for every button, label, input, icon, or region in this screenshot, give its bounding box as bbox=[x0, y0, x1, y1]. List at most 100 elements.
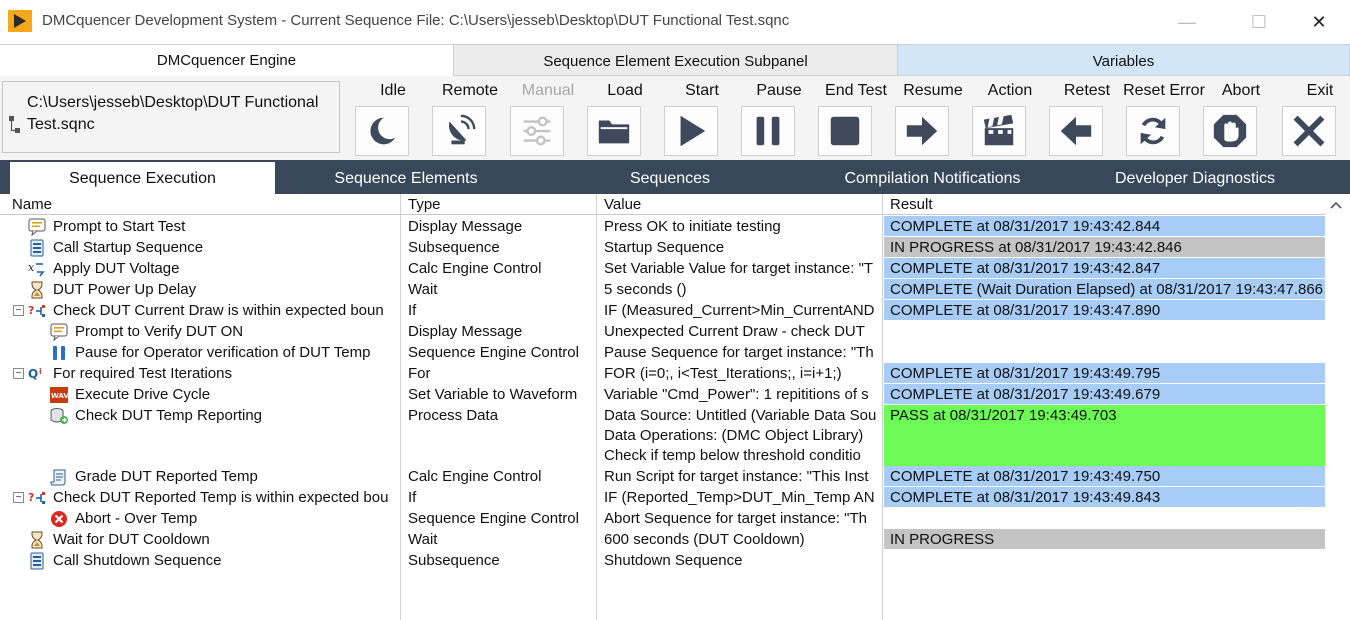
cell-result bbox=[884, 342, 1325, 362]
manual-label: Manual bbox=[521, 82, 575, 99]
header-divider bbox=[0, 214, 1325, 215]
close-button[interactable]: ✕ bbox=[1296, 8, 1342, 36]
table-row[interactable]: −? Check DUT Current Draw is within expec… bbox=[0, 300, 1325, 320]
sequence-file-box: C:\Users\jesseb\Desktop\DUT Functional T… bbox=[2, 81, 340, 153]
cell-result: COMPLETE at 08/31/2017 19:43:49.679 bbox=[884, 384, 1325, 404]
x-icon bbox=[1293, 115, 1325, 147]
reset-error-button[interactable] bbox=[1126, 106, 1180, 156]
table-row[interactable]: Prompt to Verify DUT ON Display Message Un… bbox=[0, 321, 1325, 341]
exit-label: Exit bbox=[1306, 82, 1334, 99]
cell-value-line: IF (Reported_Temp>DUT_Min_Temp AN bbox=[604, 489, 875, 506]
cell-value: FOR (i=0;, i<Test_Iterations;, i=i+1;) bbox=[604, 363, 880, 383]
start-label: Start bbox=[685, 82, 719, 99]
table-row[interactable]: −? Check DUT Reported Temp is within expe… bbox=[0, 487, 1325, 507]
cell-type: If bbox=[408, 489, 417, 506]
cell-name: x Apply DUT Voltage bbox=[28, 258, 398, 279]
cell-name: Call Shutdown Sequence bbox=[28, 550, 398, 571]
end-test-button[interactable] bbox=[818, 106, 872, 156]
minimize-button[interactable]: — bbox=[1164, 8, 1210, 36]
cell-type: Wait bbox=[408, 281, 438, 298]
cell-value-line: Unexpected Current Draw - check DUT bbox=[604, 323, 865, 340]
scroll-up-arrow-icon[interactable] bbox=[1328, 198, 1344, 212]
app-logo-icon bbox=[8, 10, 32, 32]
cell-value: Abort Sequence for target instance: "Th bbox=[604, 508, 880, 528]
waveform-icon: WAV bbox=[50, 386, 68, 403]
hourglass-icon bbox=[31, 281, 43, 298]
cell-value: IF (Reported_Temp>DUT_Min_Temp AN bbox=[604, 487, 880, 507]
table-row[interactable]: DUT Power Up Delay Wait 5 seconds () COMPLE… bbox=[0, 279, 1325, 299]
table-row[interactable]: Grade DUT Reported Temp Calc Engine Contr… bbox=[0, 466, 1325, 486]
tab-sequence-element-execution-subpanel[interactable]: Sequence Element Execution Subpanel bbox=[454, 44, 898, 76]
abort-icon bbox=[51, 510, 67, 527]
table-row[interactable]: Pause for Operator verification of DUT T… bbox=[0, 342, 1325, 362]
collapse-toggle[interactable]: − bbox=[13, 492, 24, 503]
manual-button[interactable] bbox=[510, 106, 564, 156]
cell-value-line: Run Script for target instance: "This In… bbox=[604, 468, 869, 485]
table-row[interactable]: Wait for DUT Cooldown Wait 600 seconds (DU… bbox=[0, 529, 1325, 549]
message-icon bbox=[28, 218, 46, 236]
start-button[interactable] bbox=[664, 106, 718, 156]
end-test-label: End Test bbox=[825, 82, 887, 99]
column-header-result[interactable]: Result bbox=[890, 196, 933, 214]
idle-label: Idle bbox=[380, 82, 406, 99]
table-row[interactable]: Check DUT Temp Reporting Process Data Data… bbox=[0, 405, 1325, 466]
load-button[interactable] bbox=[587, 106, 641, 156]
column-header-value[interactable]: Value bbox=[604, 196, 641, 214]
tab-developer-diagnostics[interactable]: Developer Diagnostics bbox=[1090, 162, 1300, 194]
hourglass-icon bbox=[31, 531, 43, 548]
table-row[interactable]: Call Startup Sequence Subsequence Startup … bbox=[0, 237, 1325, 257]
pause-label: Pause bbox=[756, 82, 802, 99]
tab-sequence-elements[interactable]: Sequence Elements bbox=[300, 162, 512, 194]
maximize-button[interactable]: ☐ bbox=[1236, 8, 1282, 36]
row-name-label: Pause for Operator verification of DUT T… bbox=[75, 344, 371, 361]
cell-type: For bbox=[408, 365, 431, 382]
cell-name: Grade DUT Reported Temp bbox=[50, 466, 398, 487]
pause-button[interactable] bbox=[741, 106, 795, 156]
cell-type: Display Message bbox=[408, 218, 523, 235]
resume-button[interactable] bbox=[895, 106, 949, 156]
exit-button[interactable] bbox=[1282, 106, 1336, 156]
tab-variables[interactable]: Variables bbox=[898, 44, 1350, 76]
table-row[interactable]: Abort - Over Temp Sequence Engine Control… bbox=[0, 508, 1325, 528]
cell-value: 600 seconds (DUT Cooldown) bbox=[604, 529, 880, 549]
table-row[interactable]: − Qi For required Test Iterations For FOR (i… bbox=[0, 363, 1325, 383]
column-header-type[interactable]: Type bbox=[408, 196, 441, 214]
reset-error-control: Reset Error bbox=[1123, 76, 1205, 160]
tab-dmcquencer-engine[interactable]: DMCquencer Engine bbox=[0, 44, 454, 76]
table-row[interactable]: WAV Execute Drive Cycle Set Variable to Wa… bbox=[0, 384, 1325, 404]
collapse-toggle[interactable]: − bbox=[13, 305, 24, 316]
remote-control: Remote bbox=[432, 76, 508, 160]
cell-name: Call Startup Sequence bbox=[28, 237, 398, 258]
cell-type: Calc Engine Control bbox=[408, 260, 542, 277]
tab-sequence-execution[interactable]: Sequence Execution bbox=[10, 162, 275, 194]
cell-type: Wait bbox=[408, 531, 438, 548]
row-name-label: DUT Power Up Delay bbox=[53, 281, 197, 298]
remote-button[interactable] bbox=[432, 106, 486, 156]
row-name-label: Wait for DUT Cooldown bbox=[53, 531, 210, 548]
cell-value: Unexpected Current Draw - check DUT bbox=[604, 321, 880, 341]
row-name-label: Grade DUT Reported Temp bbox=[75, 468, 258, 485]
svg-text:i: i bbox=[39, 367, 42, 376]
cell-value: Pause Sequence for target instance: "Th bbox=[604, 342, 880, 362]
abort-button[interactable] bbox=[1203, 106, 1257, 156]
tab-sequences[interactable]: Sequences bbox=[600, 162, 740, 194]
column-header-name[interactable]: Name bbox=[12, 196, 52, 214]
cell-value-line: Variable "Cmd_Power": 1 repititions of s bbox=[604, 386, 869, 403]
collapse-toggle[interactable]: − bbox=[13, 368, 24, 379]
svg-text:x: x bbox=[28, 261, 35, 274]
cell-result: COMPLETE at 08/31/2017 19:43:49.795 bbox=[884, 363, 1325, 383]
cell-value-line: Shutdown Sequence bbox=[604, 552, 743, 569]
abort-label: Abort bbox=[1221, 82, 1261, 99]
table-row[interactable]: x Apply DUT Voltage Calc Engine Control Set… bbox=[0, 258, 1325, 278]
row-name-label: Prompt to Verify DUT ON bbox=[75, 323, 244, 340]
if-icon: ? bbox=[28, 491, 45, 504]
svg-text:Q: Q bbox=[28, 367, 38, 381]
table-row[interactable]: Call Shutdown Sequence Subsequence Shutdow… bbox=[0, 550, 1325, 570]
row-name-label: Abort - Over Temp bbox=[75, 510, 198, 527]
action-button[interactable] bbox=[972, 106, 1026, 156]
idle-button[interactable] bbox=[355, 106, 409, 156]
table-row[interactable]: Prompt to Start Test Display Message Press… bbox=[0, 216, 1325, 236]
tab-compilation-notifications[interactable]: Compilation Notifications bbox=[815, 162, 1050, 194]
retest-button[interactable] bbox=[1049, 106, 1103, 156]
arrow-right-icon bbox=[906, 116, 938, 146]
